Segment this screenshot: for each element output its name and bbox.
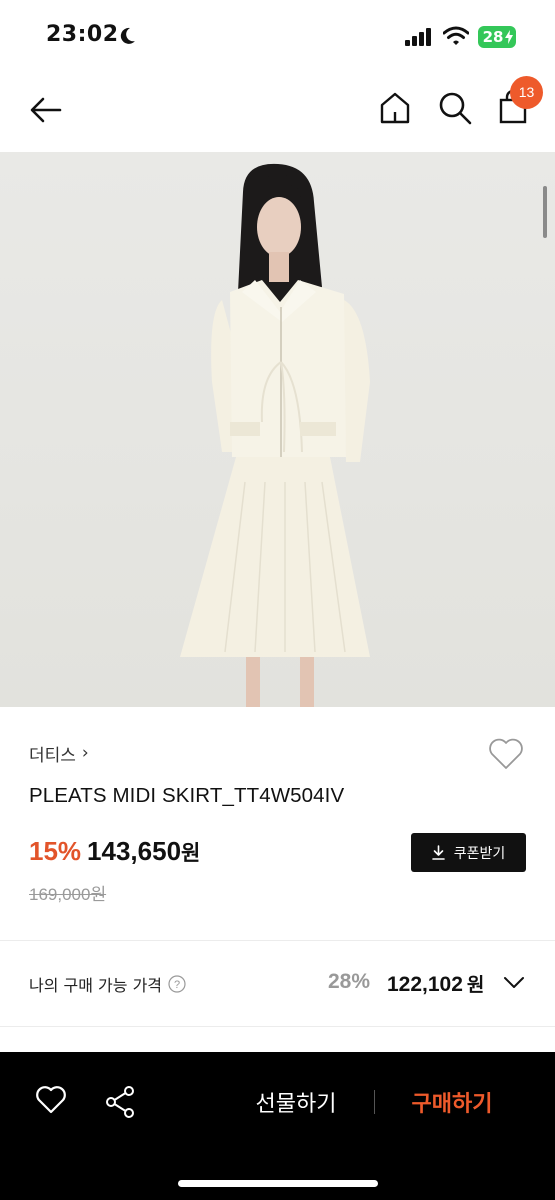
my-price-row[interactable]: 나의 구매 가능 가격 ? 28% 122,102 원 <box>0 942 555 1026</box>
price-row: 15% 143,650 원 <box>29 836 200 867</box>
buy-button[interactable]: 구매하기 <box>392 1086 512 1118</box>
brand-name: 더티스 <box>29 745 76 766</box>
nav-bar <box>0 70 555 152</box>
my-price-unit: 원 <box>466 975 485 996</box>
model-photo <box>180 163 370 707</box>
coupon-label: 쿠폰받기 <box>453 845 506 862</box>
divider <box>0 1026 555 1027</box>
my-price-label-group: 나의 구매 가능 가격 ? <box>29 972 186 996</box>
original-price: 169,000원 <box>29 885 107 904</box>
product-title: PLEATS MIDI SKIRT_TT4W504IV <box>29 784 345 807</box>
my-price-value-group: 122,102 원 <box>387 970 484 997</box>
chevron-right-icon: › <box>81 743 89 763</box>
search-icon[interactable] <box>437 90 473 126</box>
wifi-icon <box>443 26 469 45</box>
bottom-action-bar: 선물하기 구매하기 <box>0 1052 555 1200</box>
back-arrow-icon[interactable] <box>28 92 64 128</box>
sale-price-unit: 원 <box>181 841 201 865</box>
divider <box>0 940 555 941</box>
my-price-rate: 28% <box>328 970 371 993</box>
signal-icon <box>405 28 431 46</box>
status-time: 23:02 <box>46 22 119 47</box>
svg-text:?: ? <box>174 979 180 991</box>
info-icon[interactable]: ? <box>168 975 186 993</box>
my-price-value: 122,102 <box>387 973 463 996</box>
brand-link[interactable]: 더티스 › <box>29 740 89 766</box>
product-image[interactable] <box>0 152 555 707</box>
heart-icon[interactable] <box>486 734 526 774</box>
image-scroll-indicator <box>543 186 547 238</box>
status-bar: 23:02 28 <box>0 0 555 70</box>
charging-icon <box>505 30 513 44</box>
home-icon[interactable] <box>378 90 412 126</box>
coupon-download-button[interactable]: 쿠폰받기 <box>411 833 526 872</box>
moon-icon <box>120 27 135 44</box>
chevron-down-icon[interactable] <box>503 974 525 990</box>
gift-button[interactable]: 선물하기 <box>236 1086 356 1118</box>
share-icon[interactable] <box>104 1085 136 1119</box>
home-indicator <box>178 1180 378 1187</box>
download-icon <box>431 845 445 860</box>
battery-indicator: 28 <box>478 26 516 48</box>
my-price-label: 나의 구매 가능 가격 <box>29 976 163 995</box>
cart-count-badge: 13 <box>510 76 543 109</box>
discount-rate: 15% <box>29 836 82 866</box>
battery-level: 28 <box>482 28 504 46</box>
divider <box>374 1090 375 1114</box>
heart-icon[interactable] <box>35 1085 67 1115</box>
sale-price: 143,650 <box>87 836 182 866</box>
